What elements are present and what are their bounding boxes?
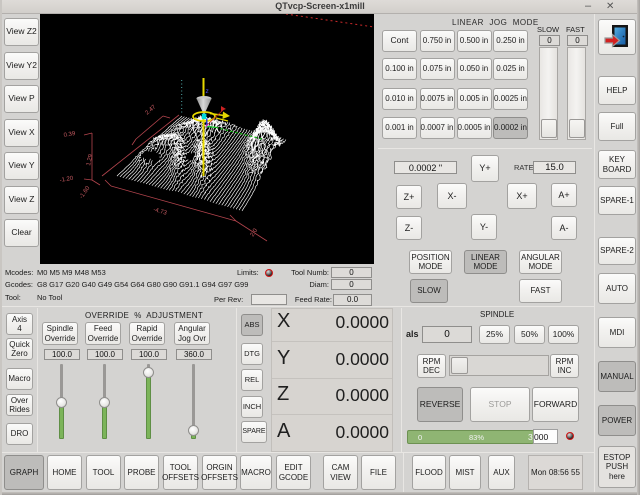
svg-text:z: z xyxy=(206,88,209,95)
